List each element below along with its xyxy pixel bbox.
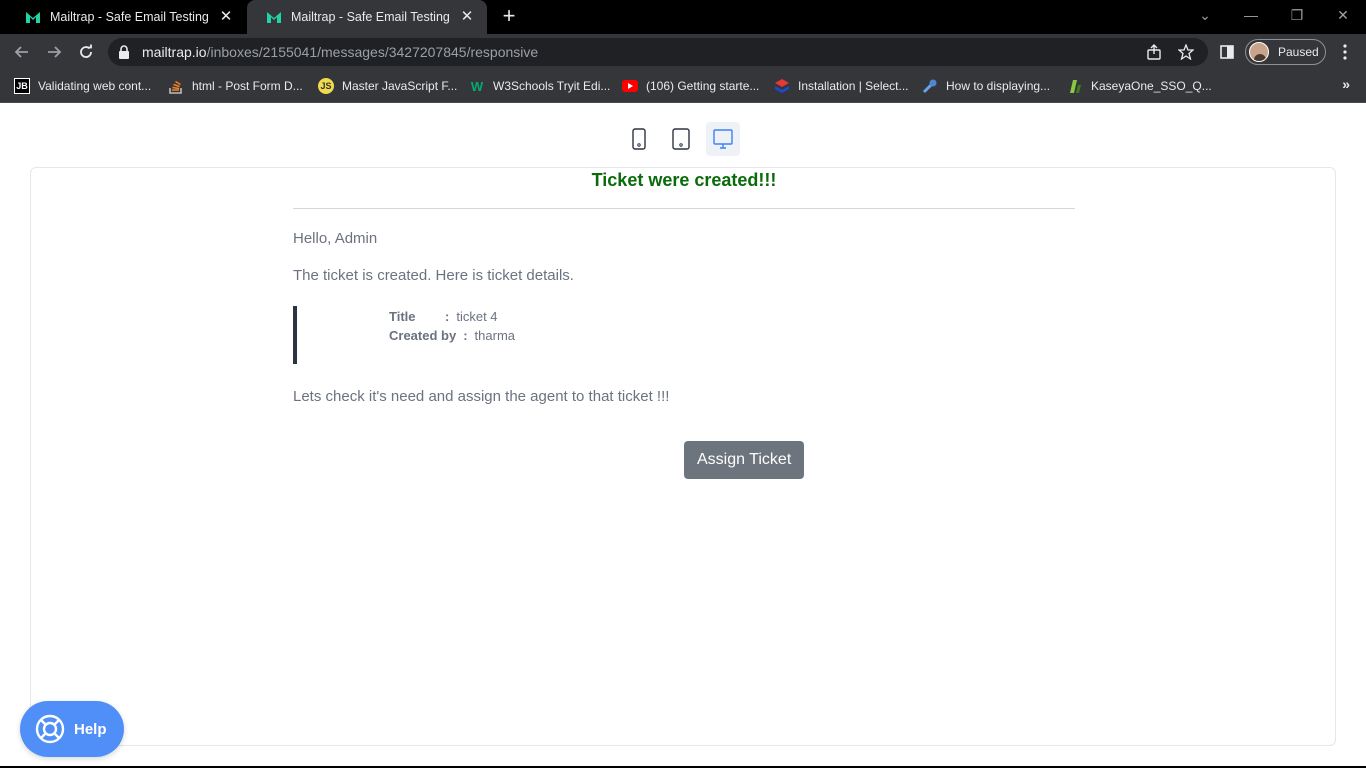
jetbrains-icon: JB: [14, 78, 30, 94]
reload-button[interactable]: [72, 38, 100, 66]
reload-icon: [80, 44, 92, 58]
email-heading: Ticket were created!!!: [591, 170, 777, 190]
bookmark-item[interactable]: KaseyaOne_SSO_Q...: [1067, 76, 1212, 96]
help-button[interactable]: Help: [20, 701, 124, 757]
bookmark-item[interactable]: (106) Getting starte...: [622, 76, 759, 96]
window-close-icon[interactable]: ✕: [1320, 0, 1366, 30]
side-panel-button[interactable]: [1213, 38, 1241, 66]
mobile-view-button[interactable]: [622, 122, 656, 156]
forward-button[interactable]: [40, 38, 68, 66]
detail-value: ticket 4: [456, 309, 498, 324]
bookmark-label: (106) Getting starte...: [646, 79, 760, 93]
bookmark-item[interactable]: JS Master JavaScript F...: [318, 76, 457, 96]
tablet-view-button[interactable]: [664, 122, 698, 156]
minimize-icon[interactable]: —: [1228, 0, 1274, 30]
profile-button[interactable]: Paused: [1245, 39, 1326, 65]
greeting: Hello, Admin: [293, 230, 378, 247]
stackoverflow-icon: [168, 78, 184, 94]
tablet-icon: [672, 128, 690, 150]
email-preview-frame: Ticket were created!!! Hello, Admin The …: [30, 167, 1336, 746]
back-button[interactable]: [8, 38, 36, 66]
js-icon: JS: [318, 78, 334, 94]
mailtrap-icon: [265, 8, 283, 26]
address-bar[interactable]: mailtrap.io/inboxes/2155041/messages/342…: [108, 38, 1208, 66]
mobile-icon: [632, 128, 646, 150]
detail-row-title: Title : ticket 4: [389, 309, 1075, 328]
ticket-details: Title : ticket 4 Created by : tharma: [293, 306, 1075, 364]
bookmark-star-icon[interactable]: [1177, 43, 1195, 61]
more-vert-icon: [1343, 44, 1347, 60]
youtube-icon: [622, 78, 638, 94]
close-icon[interactable]: ✕: [218, 9, 234, 25]
bookmark-label: html - Post Form D...: [192, 79, 303, 93]
tab-search-icon[interactable]: ⌄: [1182, 0, 1228, 30]
detail-separator: :: [445, 309, 450, 324]
bookmarks-bar: JB Validating web cont... html - Post Fo…: [0, 70, 1366, 103]
bookmarks-overflow-icon[interactable]: »: [1342, 76, 1350, 92]
side-panel-icon: [1220, 45, 1234, 59]
kaseya-icon: [1067, 78, 1083, 94]
bookmark-label: How to displaying...: [946, 79, 1051, 93]
desktop-view-button[interactable]: [706, 122, 740, 156]
url-host: mailtrap.io: [142, 44, 207, 60]
device-switcher: [622, 122, 740, 158]
url-text[interactable]: mailtrap.io/inboxes/2155041/messages/342…: [142, 44, 538, 60]
detail-value: tharma: [474, 328, 516, 343]
url-path: /inboxes/2155041/messages/3427207845/res…: [206, 44, 539, 60]
wrench-icon: [922, 78, 938, 94]
share-icon[interactable]: [1145, 43, 1163, 61]
bookmark-label: Validating web cont...: [38, 79, 152, 93]
lifebuoy-icon: [35, 714, 65, 744]
intro-text: The ticket is created. Here is ticket de…: [293, 267, 574, 284]
detail-key: Created by: [389, 328, 457, 343]
back-arrow-icon: [14, 46, 28, 58]
bookmark-item[interactable]: html - Post Form D...: [168, 76, 303, 96]
tab-1[interactable]: Mailtrap - Safe Email Testing ✕: [6, 0, 246, 34]
detail-row-created-by: Created by : tharma: [389, 328, 1075, 347]
detail-key: Title: [389, 309, 416, 324]
bookmark-label: Master JavaScript F...: [342, 79, 458, 93]
bookmark-item[interactable]: JB Validating web cont...: [14, 76, 151, 96]
detail-separator: :: [463, 328, 468, 343]
tab-2[interactable]: Mailtrap - Safe Email Testing ✕: [247, 0, 487, 34]
menu-button[interactable]: [1331, 38, 1359, 66]
bookmark-label: Installation | Select...: [798, 79, 909, 93]
bookmark-item[interactable]: How to displaying...: [922, 76, 1050, 96]
bookmark-item[interactable]: Installation | Select...: [774, 76, 909, 96]
page-content: Ticket were created!!! Hello, Admin The …: [0, 103, 1366, 766]
help-label: Help: [74, 720, 107, 738]
browser-toolbar: mailtrap.io/inboxes/2155041/messages/342…: [0, 34, 1366, 70]
email-body: Ticket were created!!! Hello, Admin The …: [293, 168, 1075, 479]
lock-icon[interactable]: [118, 45, 130, 64]
mailtrap-icon: [24, 8, 42, 26]
bookmark-label: KaseyaOne_SSO_Q...: [1091, 79, 1212, 93]
assign-ticket-button[interactable]: Assign Ticket: [684, 441, 805, 479]
avatar: [1249, 42, 1269, 62]
forward-arrow-icon: [48, 46, 62, 58]
bookmark-item[interactable]: W W3Schools Tryit Edi...: [469, 76, 611, 96]
divider: [293, 208, 1075, 209]
desktop-icon: [713, 129, 733, 149]
bookmark-label: W3Schools Tryit Edi...: [493, 79, 611, 93]
w3schools-icon: W: [470, 78, 484, 94]
tab-title: Mailtrap - Safe Email Testing: [50, 10, 209, 24]
new-tab-button[interactable]: +: [498, 5, 520, 28]
restore-icon[interactable]: ❐: [1274, 0, 1320, 30]
button-container: Assign Ticket: [293, 441, 1075, 479]
closing-text: Lets check it's need and assign the agen…: [293, 388, 670, 405]
selectize-icon: [774, 78, 790, 94]
tab-title: Mailtrap - Safe Email Testing: [291, 10, 450, 24]
close-icon[interactable]: ✕: [459, 9, 475, 25]
tab-strip: Mailtrap - Safe Email Testing ✕ Mailtrap…: [0, 0, 1366, 34]
profile-status: Paused: [1278, 45, 1319, 59]
